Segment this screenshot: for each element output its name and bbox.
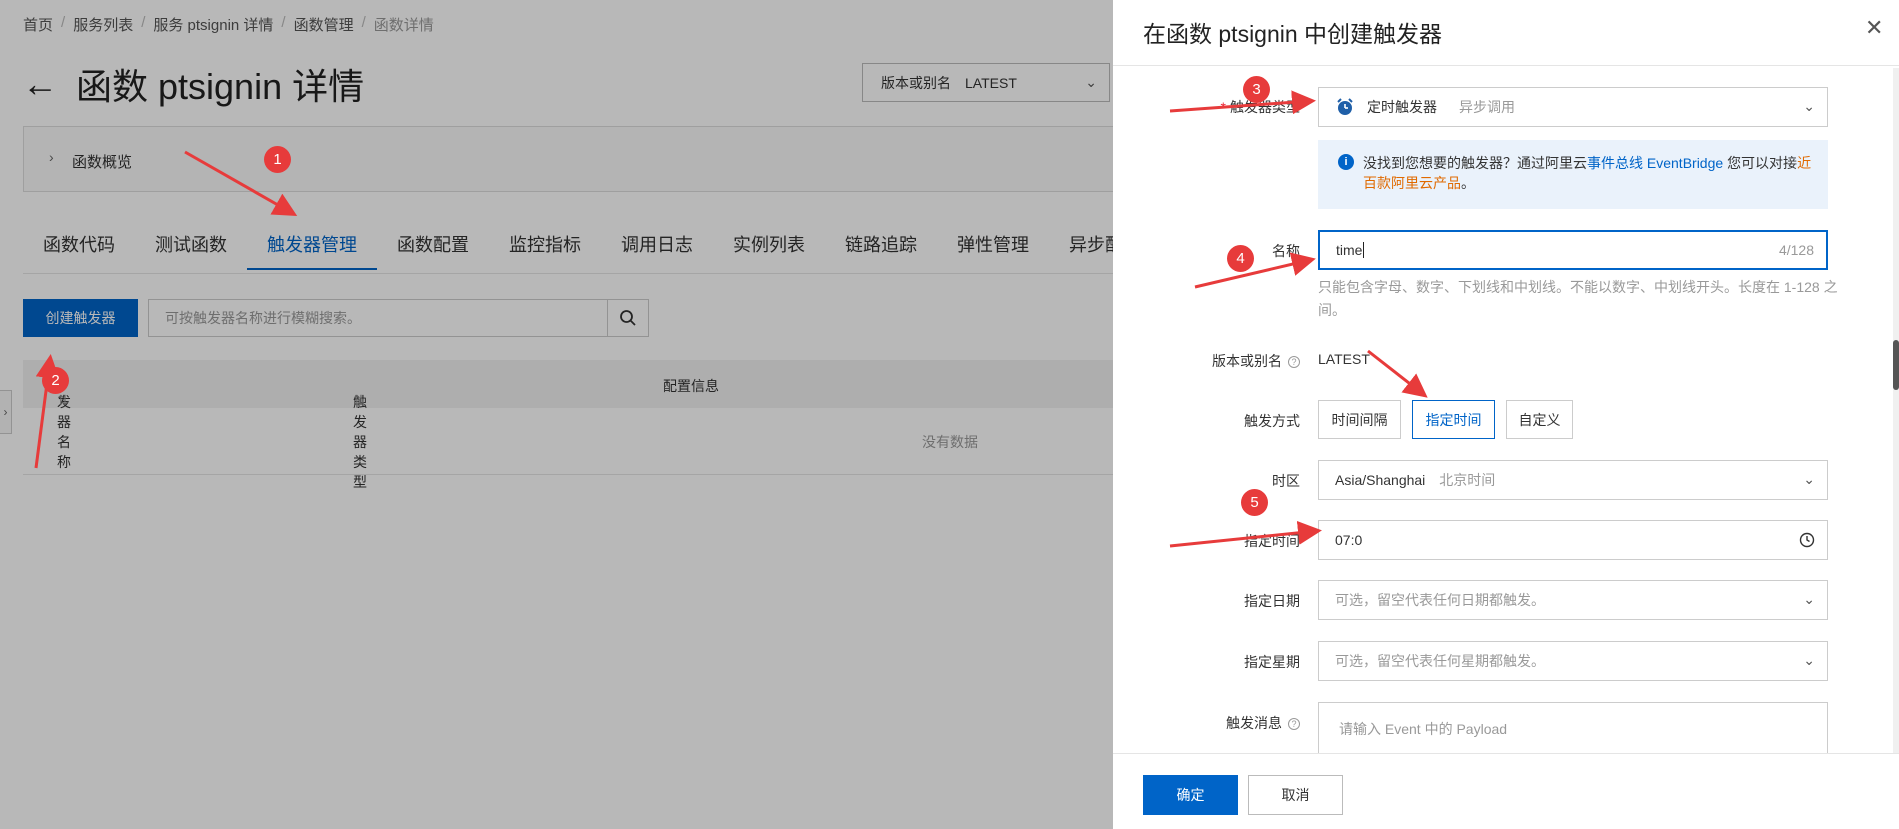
name-input[interactable]: time 4/128: [1318, 230, 1828, 270]
trigger-mode-label: 触发方式: [1244, 413, 1300, 429]
step-marker-4: 4: [1227, 245, 1254, 272]
drawer-header: 在函数 ptsignin 中创建触发器 ✕: [1113, 0, 1899, 66]
specified-time-input[interactable]: 07:0: [1318, 520, 1828, 560]
drawer-scrollbar-thumb[interactable]: [1893, 340, 1899, 390]
specified-week-placeholder: 可选，留空代表任何星期都触发。: [1335, 653, 1545, 669]
specified-time-value: 07:0: [1335, 532, 1363, 548]
timezone-value: Asia/Shanghai: [1335, 472, 1426, 488]
specified-week-label: 指定星期: [1244, 654, 1300, 670]
eventbridge-info-box: i 没找到您想要的触发器？通过阿里云事件总线 EventBridge 您可以对接…: [1318, 140, 1828, 209]
step-marker-2: 2: [42, 367, 69, 394]
timezone-label: 时区: [1272, 473, 1300, 489]
trigger-mode-custom[interactable]: 自定义: [1506, 400, 1573, 439]
specified-date-placeholder: 可选，留空代表任何日期都触发。: [1335, 592, 1545, 608]
alarm-clock-icon: [1337, 98, 1353, 115]
specified-time-label: 指定时间: [1244, 533, 1300, 549]
step-marker-3: 3: [1243, 76, 1270, 103]
info-text-3: 。: [1461, 175, 1475, 191]
chevron-down-icon: ⌄: [1803, 98, 1815, 114]
trigger-mode-interval[interactable]: 时间间隔: [1318, 400, 1401, 439]
info-icon: i: [1338, 154, 1354, 170]
drawer-title: 在函数 ptsignin 中创建触发器: [1143, 21, 1443, 47]
step-marker-1: 1: [264, 146, 291, 173]
info-text-1: 没找到您想要的触发器？通过阿里云: [1363, 155, 1587, 171]
trigger-mode-specified-time[interactable]: 指定时间: [1412, 400, 1495, 439]
timezone-sub: 北京时间: [1439, 472, 1496, 488]
version-value: LATEST: [1318, 351, 1370, 367]
trigger-type-value: 定时触发器: [1367, 99, 1437, 115]
clock-icon: [1799, 532, 1815, 548]
version-label: 版本或别名?: [1120, 351, 1300, 371]
specified-date-label: 指定日期: [1244, 593, 1300, 609]
specified-week-select[interactable]: 可选，留空代表任何星期都触发。 ⌄: [1318, 641, 1828, 681]
cancel-button[interactable]: 取消: [1248, 775, 1343, 815]
chevron-down-icon: ⌄: [1803, 591, 1815, 607]
message-textarea[interactable]: 请输入 Event 中的 Payload: [1318, 702, 1828, 753]
timezone-select[interactable]: Asia/Shanghai 北京时间 ⌄: [1318, 460, 1828, 500]
name-input-value: time: [1336, 242, 1363, 258]
step-marker-5: 5: [1241, 489, 1268, 516]
message-label: 触发消息?: [1120, 713, 1300, 733]
name-counter: 4/128: [1778, 242, 1814, 258]
name-label: 名称: [1272, 243, 1300, 259]
chevron-down-icon: ⌄: [1803, 471, 1815, 487]
chevron-down-icon: ⌄: [1803, 652, 1815, 668]
close-icon[interactable]: ✕: [1865, 15, 1883, 41]
trigger-type-label: * 触发器类型: [1220, 99, 1300, 115]
specified-date-select[interactable]: 可选，留空代表任何日期都触发。 ⌄: [1318, 580, 1828, 620]
help-icon[interactable]: ?: [1288, 356, 1300, 369]
trigger-type-select[interactable]: 定时触发器 异步调用 ⌄: [1318, 87, 1828, 127]
eventbridge-link[interactable]: 事件总线 EventBridge: [1587, 155, 1723, 171]
trigger-type-sub: 异步调用: [1459, 99, 1515, 115]
help-icon[interactable]: ?: [1288, 718, 1300, 731]
confirm-button[interactable]: 确定: [1143, 775, 1238, 815]
drawer-scrollbar-track[interactable]: [1893, 68, 1899, 753]
modal-overlay[interactable]: [0, 0, 1113, 829]
message-placeholder: 请输入 Event 中的 Payload: [1339, 721, 1508, 737]
name-hint: 只能包含字母、数字、下划线和中划线。不能以数字、中划线开头。长度在 1-128 …: [1318, 279, 1838, 318]
info-text-2: 您可以对接: [1727, 155, 1798, 171]
